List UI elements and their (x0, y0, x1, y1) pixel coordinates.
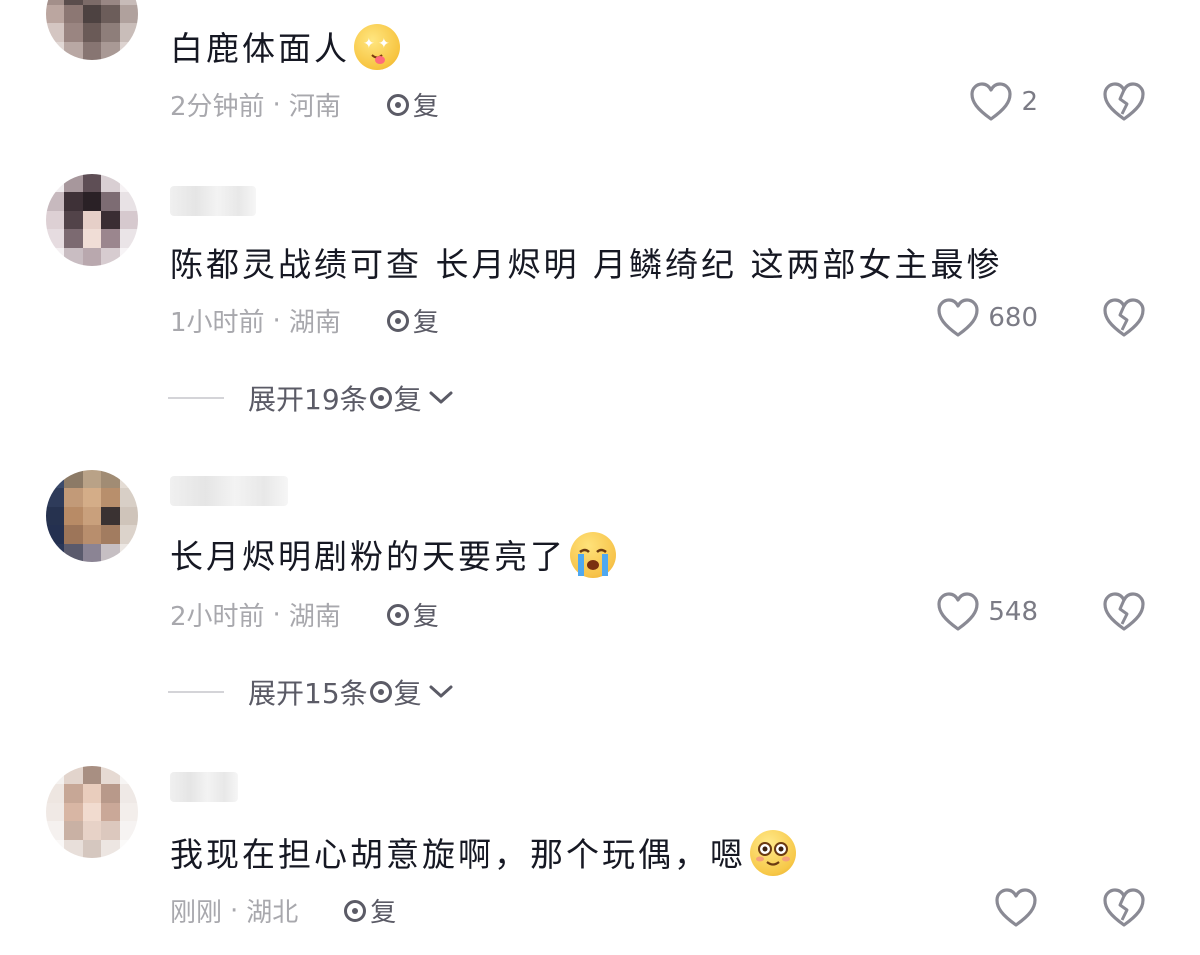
avatar[interactable] (46, 470, 138, 562)
comment-location: 湖北 (246, 898, 299, 928)
like-button[interactable] (994, 888, 1038, 928)
like-count: 2 (1021, 87, 1038, 117)
broken-heart-icon (1102, 592, 1146, 632)
comment-text: 陈都灵战绩可查 长月烬明 月鳞绮纪 这两部女主最惨 (170, 245, 1003, 284)
divider-line (168, 397, 224, 399)
svg-text:✦: ✦ (363, 36, 378, 52)
comment-meta: 2小时前 · 湖南 复 (170, 596, 439, 633)
like-count: 680 (988, 303, 1038, 333)
heart-icon (994, 888, 1038, 928)
svg-text:✦: ✦ (378, 36, 393, 52)
comment-text: 白鹿体面人 ✦ ✦ (170, 22, 400, 70)
dislike-button[interactable] (1102, 82, 1146, 122)
reply-button[interactable]: 复 (344, 892, 396, 929)
comment-time: 2分钟前 (170, 92, 265, 122)
broken-heart-icon (1102, 298, 1146, 338)
chevron-down-icon (428, 684, 454, 700)
avatar[interactable] (46, 766, 138, 858)
dislike-button[interactable] (1102, 298, 1146, 338)
like-count: 548 (988, 597, 1038, 627)
reply-icon (386, 603, 409, 626)
expand-replies-button[interactable]: 展开15条 复 (168, 672, 454, 712)
reply-icon (386, 309, 409, 332)
username-redacted[interactable] (170, 476, 288, 506)
broken-heart-icon (1102, 888, 1146, 928)
username-redacted[interactable] (170, 772, 238, 802)
chevron-down-icon (428, 390, 454, 406)
star-eyes-tongue-emoji: ✦ ✦ (354, 24, 400, 70)
comment-text: 我现在担心胡意旋啊，那个玩偶，嗯 (170, 828, 796, 876)
comment-time: 刚刚 (170, 898, 223, 928)
heart-icon (936, 592, 980, 632)
reply-icon (344, 899, 367, 922)
comment-time: 2小时前 (170, 602, 265, 632)
broken-heart-icon (1102, 82, 1146, 122)
comment-time: 1小时前 (170, 308, 265, 338)
dislike-button[interactable] (1102, 888, 1146, 928)
dislike-button[interactable] (1102, 592, 1146, 632)
like-button[interactable]: 680 (936, 298, 1038, 338)
avatar[interactable] (46, 0, 138, 60)
heart-icon (936, 298, 980, 338)
comment-location: 湖南 (288, 308, 341, 338)
avatar[interactable] (46, 174, 138, 266)
comment-location: 湖南 (288, 602, 341, 632)
heart-icon (969, 82, 1013, 122)
meta-separator: · (272, 89, 281, 120)
reply-icon (369, 387, 392, 409)
reply-icon (369, 681, 392, 703)
comment-meta: 刚刚 · 湖北 复 (170, 892, 396, 929)
divider-line (168, 691, 224, 693)
meta-separator: · (272, 305, 281, 336)
reply-button[interactable]: 复 (386, 596, 439, 633)
comment-location: 河南 (288, 92, 341, 122)
reply-icon (386, 93, 409, 116)
reply-button[interactable]: 复 (386, 302, 439, 339)
username-redacted[interactable] (170, 186, 256, 216)
meta-separator: · (230, 895, 239, 926)
comment-text: 长月烬明剧粉的天要亮了 (170, 530, 616, 578)
like-button[interactable]: 2 (969, 82, 1038, 122)
flushed-face-emoji (750, 830, 796, 876)
comment-meta: 1小时前 · 湖南 复 (170, 302, 439, 339)
expand-replies-button[interactable]: 展开19条 复 (168, 378, 454, 418)
reply-button[interactable]: 复 (386, 86, 439, 123)
crying-face-emoji (570, 532, 616, 578)
comment-meta: 2分钟前 · 河南 复 (170, 86, 439, 123)
meta-separator: · (272, 599, 281, 630)
like-button[interactable]: 548 (936, 592, 1038, 632)
